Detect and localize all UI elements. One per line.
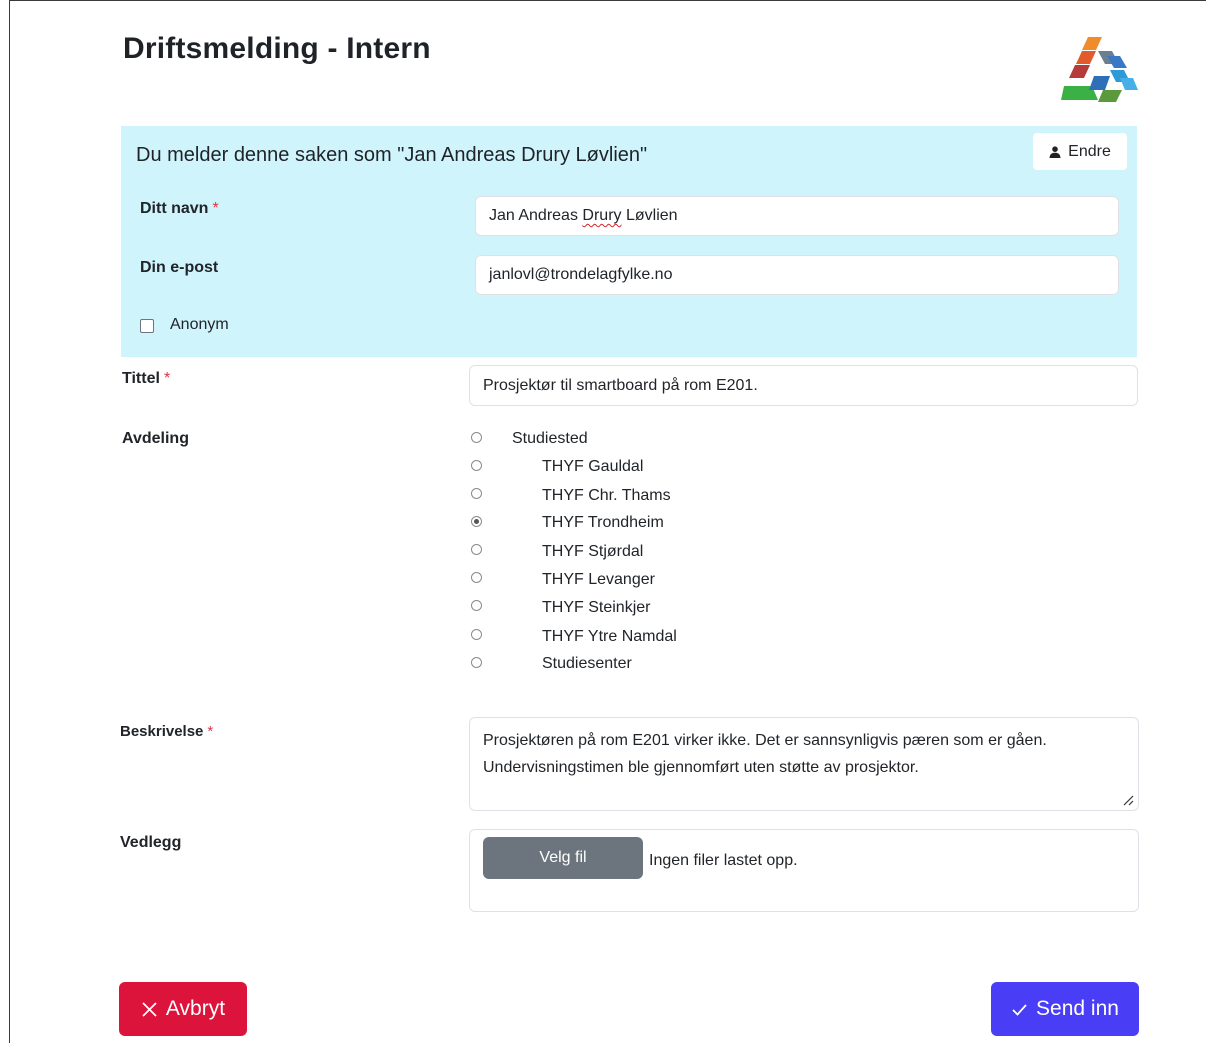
name-value-part: Jan Andreas [489,207,583,224]
email-value: janlovl@trondelagfylke.no [489,266,673,283]
name-value: Jan Andreas Drury Løvlien [489,207,678,225]
description-line: Undervisningstimen ble gjennomført uten … [483,759,919,776]
reporter-heading: Du melder denne saken som "Jan Andreas D… [136,144,648,166]
required-marker: * [207,723,214,740]
email-field[interactable]: janlovl@trondelagfylke.no [475,255,1119,295]
description-label-text: Beskrivelse [120,723,204,740]
name-value-spellcheck-flagged: Drury [582,207,622,224]
department-radio-steinkjer[interactable] [471,600,482,611]
department-option-label[interactable]: THYF Steinkjer [542,599,650,617]
user-icon [1049,145,1061,158]
reporter-panel: Du melder denne saken som "Jan Andreas D… [121,126,1137,357]
window-border-left [9,0,10,1043]
attachment-input[interactable]: Velg fil Ingen filer lastet opp. [469,829,1139,912]
title-field[interactable]: Prosjektør til smartboard på rom E201. [469,365,1138,406]
department-radio-gauldal[interactable] [471,460,482,471]
department-option-label[interactable]: THYF Levanger [542,571,655,589]
required-marker: * [212,200,219,217]
title-label-text: Tittel [122,370,160,387]
department-radio-trondheim[interactable] [471,516,482,527]
department-radio-studiesenter[interactable] [471,657,482,668]
department-radio-chr-thams[interactable] [471,488,482,499]
submit-label: Send inn [1036,997,1119,1020]
department-option-label[interactable]: THYF Trondheim [542,514,664,532]
title-label: Tittel * [122,370,170,388]
department-option-label[interactable]: Studiested [512,430,588,448]
anonymous-checkbox[interactable] [140,319,154,333]
cancel-label: Avbryt [165,997,226,1020]
cancel-button[interactable]: Avbryt [119,982,247,1036]
page-title: Driftsmelding - Intern [123,32,431,65]
name-value-part: Løvlien [621,207,678,224]
department-label: Avdeling [122,430,189,447]
close-icon [142,1001,157,1017]
department-option-label[interactable]: THYF Stjørdal [542,543,643,561]
department-option-label[interactable]: THYF Chr. Thams [542,487,671,505]
organization-logo [1061,37,1138,102]
department-radio-studiested[interactable] [471,432,482,443]
submit-button[interactable]: Send inn [991,982,1139,1036]
description-label: Beskrivelse * [120,723,213,740]
check-icon [1012,1003,1027,1016]
file-status-text: Ingen filer lastet opp. [649,852,798,869]
name-label-text: Ditt navn [140,200,209,217]
change-reporter-button[interactable]: Endre [1033,133,1127,170]
resize-handle-icon[interactable] [1122,794,1134,806]
department-option-label[interactable]: THYF Gauldal [542,458,643,476]
department-option-label[interactable]: THYF Ytre Namdal [542,628,677,646]
description-textarea[interactable]: Prosjektøren på rom E201 virker ikke. De… [469,717,1139,811]
change-reporter-label: Endre [1068,142,1111,160]
choose-file-button[interactable]: Velg fil [483,837,643,879]
department-option-label[interactable]: Studiesenter [542,655,632,673]
attachment-label: Vedlegg [120,834,182,851]
required-marker: * [163,370,171,387]
window-border-top [9,0,1206,1]
anonymous-label[interactable]: Anonym [170,316,229,334]
email-label: Din e-post [140,259,219,276]
name-field[interactable]: Jan Andreas Drury Løvlien [475,196,1119,236]
description-line: Prosjektøren på rom E201 virker ikke. De… [483,732,1047,749]
department-radio-levanger[interactable] [471,572,482,583]
title-value: Prosjektør til smartboard på rom E201. [483,376,758,394]
department-radio-ytre-namdal[interactable] [471,629,482,640]
department-radio-stjordal[interactable] [471,544,482,555]
name-label: Ditt navn * [140,200,219,218]
